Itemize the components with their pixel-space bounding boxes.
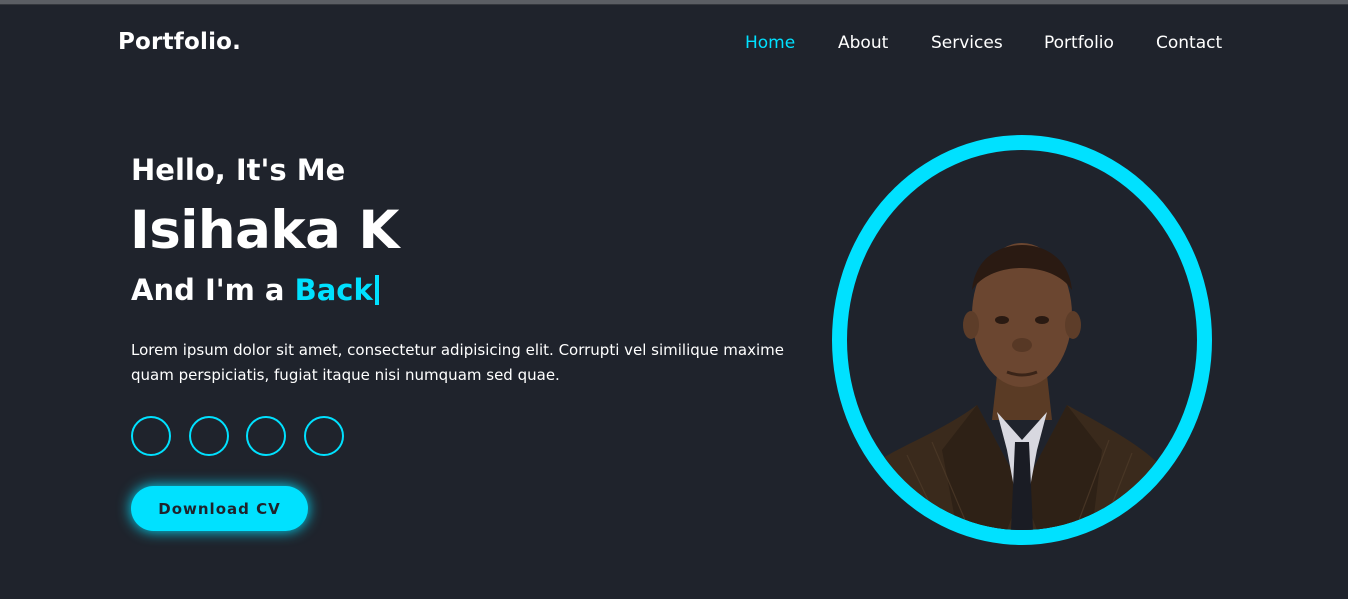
profile-image-frame <box>832 135 1212 545</box>
nav-home[interactable]: Home <box>745 33 795 53</box>
social-link-4-icon[interactable] <box>304 416 344 456</box>
role-prefix: And I'm a <box>131 273 295 307</box>
profile-photo <box>867 243 1172 530</box>
nav-about[interactable]: About <box>838 33 888 53</box>
hero-role: And I'm a Back <box>131 273 379 307</box>
social-link-1-icon[interactable] <box>131 416 171 456</box>
nav-contact[interactable]: Contact <box>1156 33 1222 53</box>
browser-top-border <box>0 0 1348 5</box>
hero-name: Isihaka K <box>130 200 399 261</box>
portfolio-page: Portfolio. Home About Services Portfolio… <box>0 0 1348 599</box>
hero-description: Lorem ipsum dolor sit amet, consectetur … <box>131 341 784 384</box>
social-link-3-icon[interactable] <box>246 416 286 456</box>
typing-cursor <box>374 275 379 305</box>
nav-portfolio[interactable]: Portfolio <box>1044 33 1114 53</box>
main-nav: Home About Services Portfolio Contact <box>0 33 1348 57</box>
nav-services[interactable]: Services <box>931 33 1003 53</box>
hero-greeting: Hello, It's Me <box>131 153 346 187</box>
social-link-2-icon[interactable] <box>189 416 229 456</box>
role-typed-text: Back <box>294 273 373 307</box>
download-cv-button[interactable]: Download CV <box>131 486 308 531</box>
